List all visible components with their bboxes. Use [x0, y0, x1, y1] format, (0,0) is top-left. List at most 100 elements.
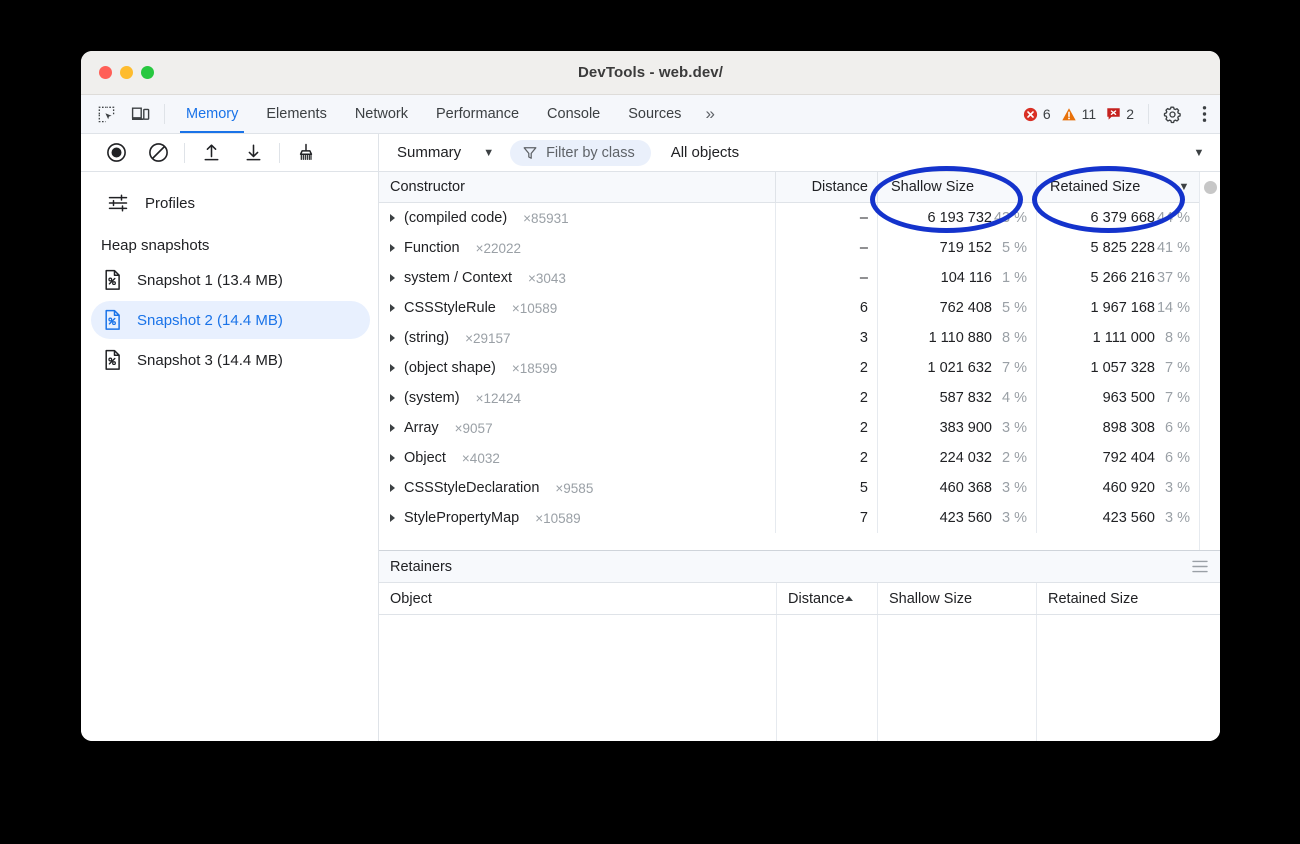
sidebar-item-profiles[interactable]: Profiles [81, 179, 378, 227]
cell-distance: – [775, 233, 877, 263]
screenshot-root: DevTools - web.dev/ [0, 0, 1300, 844]
sidebar-item-profiles-label: Profiles [145, 195, 195, 212]
heap-grid-scrollbar[interactable] [1199, 172, 1220, 550]
expand-triangle-icon[interactable] [390, 394, 395, 402]
inspect-element-icon[interactable] [89, 95, 123, 133]
view-mode-select[interactable]: Summary ▼ [391, 144, 500, 161]
constructor-count: ×10589 [512, 301, 557, 316]
table-row[interactable]: StylePropertyMap ×10589 7 423 560 3 % [379, 503, 1199, 533]
cell-distance: – [775, 263, 877, 293]
table-row[interactable]: (system) ×12424 2 587 832 4 % [379, 383, 1199, 413]
record-heap-snapshot-button[interactable] [95, 142, 137, 163]
status-badges: 6 11 2 [1020, 95, 1141, 133]
memory-filter-toolbar: Summary ▼ Filter by class All objects ▼ [379, 134, 1220, 172]
heap-grid-header: Constructor Distance Shallow Size Retain… [379, 172, 1199, 203]
error-count: 6 [1043, 106, 1051, 122]
warning-badge[interactable]: 11 [1058, 106, 1100, 122]
expand-triangle-icon[interactable] [390, 454, 395, 462]
cell-shallow-size: 719 152 5 % [877, 233, 1036, 263]
expand-triangle-icon[interactable] [390, 484, 395, 492]
table-row[interactable]: (string) ×29157 3 1 110 880 8 % [379, 323, 1199, 353]
expand-triangle-icon[interactable] [390, 214, 395, 222]
cell-constructor: (object shape) ×18599 [379, 360, 775, 376]
cell-constructor: CSSStyleDeclaration ×9585 [379, 480, 775, 496]
table-row[interactable]: Array ×9057 2 383 900 3 % [379, 413, 1199, 443]
retainers-column-distance-label: Distance [788, 591, 844, 607]
tab-performance[interactable]: Performance [422, 95, 533, 133]
tab-network[interactable]: Network [341, 95, 422, 133]
retainers-column-object[interactable]: Object [379, 583, 776, 614]
retainers-column-shallow-size-label: Shallow Size [889, 591, 972, 607]
issue-badge[interactable]: 2 [1103, 106, 1137, 122]
table-row[interactable]: (compiled code) ×85931 – 6 193 732 43 % [379, 203, 1199, 233]
hamburger-icon[interactable] [1192, 560, 1208, 573]
tab-elements[interactable]: Elements [252, 95, 340, 133]
cell-distance: 3 [775, 323, 877, 353]
table-row[interactable]: system / Context ×3043 – 104 116 1 % [379, 263, 1199, 293]
device-toolbar-icon[interactable] [123, 95, 157, 133]
column-header-constructor[interactable]: Constructor [379, 179, 775, 195]
sidebar-item-snapshot-2[interactable]: Snapshot 2 (14.4 MB) [91, 301, 370, 339]
constructor-name: Function [404, 240, 460, 256]
cell-retained-size: 423 560 3 % [1036, 503, 1199, 533]
table-row[interactable]: Function ×22022 – 719 152 5 % [379, 233, 1199, 263]
cell-shallow-size: 587 832 4 % [877, 383, 1036, 413]
table-row[interactable]: CSSStyleRule ×10589 6 762 408 5 % [379, 293, 1199, 323]
cell-retained-size: 1 967 168 14 % [1036, 293, 1199, 323]
retainers-column-shallow-size[interactable]: Shallow Size [877, 583, 1036, 614]
table-row[interactable]: (object shape) ×18599 2 1 021 632 7 % [379, 353, 1199, 383]
funnel-icon [523, 146, 537, 160]
save-profile-button[interactable] [232, 142, 274, 163]
cell-shallow-size: 1 021 632 7 % [877, 353, 1036, 383]
error-badge[interactable]: 6 [1020, 106, 1054, 122]
column-header-distance-label: Distance [812, 179, 868, 195]
more-options-kebab-icon[interactable] [1188, 105, 1220, 123]
cell-shallow-size: 104 116 1 % [877, 263, 1036, 293]
retainers-rows-empty [379, 615, 1220, 741]
expand-triangle-icon[interactable] [390, 364, 395, 372]
retainers-body-col-distance [776, 615, 877, 741]
cell-constructor: system / Context ×3043 [379, 270, 775, 286]
retainers-column-distance[interactable]: Distance [776, 583, 877, 614]
sidebar-item-snapshot-1[interactable]: Snapshot 1 (13.4 MB) [91, 261, 370, 299]
sidebar-item-snapshot-3[interactable]: Snapshot 3 (14.4 MB) [91, 341, 370, 379]
table-row[interactable]: Object ×4032 2 224 032 2 % [379, 443, 1199, 473]
object-scope-select[interactable]: All objects [671, 144, 739, 161]
expand-triangle-icon[interactable] [390, 274, 395, 282]
filter-by-class-input[interactable]: Filter by class [510, 140, 651, 166]
issue-count: 2 [1126, 106, 1134, 122]
expand-triangle-icon[interactable] [390, 424, 395, 432]
tab-console[interactable]: Console [533, 95, 614, 133]
cell-retained-size: 460 920 3 % [1036, 473, 1199, 503]
column-header-retained-size[interactable]: Retained Size ▼ [1036, 172, 1199, 202]
expand-triangle-icon[interactable] [390, 514, 395, 522]
memory-main-pane: Summary ▼ Filter by class All objects ▼ [379, 134, 1220, 741]
retainers-column-retained-size[interactable]: Retained Size [1036, 583, 1220, 614]
toolbar-divider [164, 104, 165, 124]
column-header-distance[interactable]: Distance [775, 172, 877, 202]
tab-memory[interactable]: Memory [172, 95, 252, 133]
column-header-shallow-size[interactable]: Shallow Size [877, 172, 1036, 202]
expand-triangle-icon[interactable] [390, 244, 395, 252]
load-profile-button[interactable] [190, 142, 232, 163]
constructor-name: (system) [404, 390, 460, 406]
table-row[interactable]: CSSStyleDeclaration ×9585 5 460 368 3 % [379, 473, 1199, 503]
more-tabs-chevron-icon[interactable]: » [695, 95, 722, 133]
constructor-count: ×18599 [512, 361, 557, 376]
clear-profiles-button[interactable] [137, 142, 179, 163]
cell-shallow-size: 224 032 2 % [877, 443, 1036, 473]
constructor-count: ×3043 [528, 271, 566, 286]
warning-triangle-icon [1061, 107, 1077, 122]
retainers-body-col-retained [1036, 615, 1220, 741]
cell-shallow-size: 762 408 5 % [877, 293, 1036, 323]
filter-options-chevron-icon[interactable]: ▼ [1184, 147, 1214, 159]
expand-triangle-icon[interactable] [390, 304, 395, 312]
memory-toolbar-divider-2 [279, 143, 280, 163]
constructor-name: (compiled code) [404, 210, 507, 226]
collect-garbage-button[interactable] [285, 142, 327, 163]
gear-icon[interactable] [1156, 105, 1188, 124]
retainers-column-object-label: Object [390, 591, 432, 607]
tab-sources[interactable]: Sources [614, 95, 695, 133]
scrollbar-thumb[interactable] [1204, 181, 1217, 194]
expand-triangle-icon[interactable] [390, 334, 395, 342]
